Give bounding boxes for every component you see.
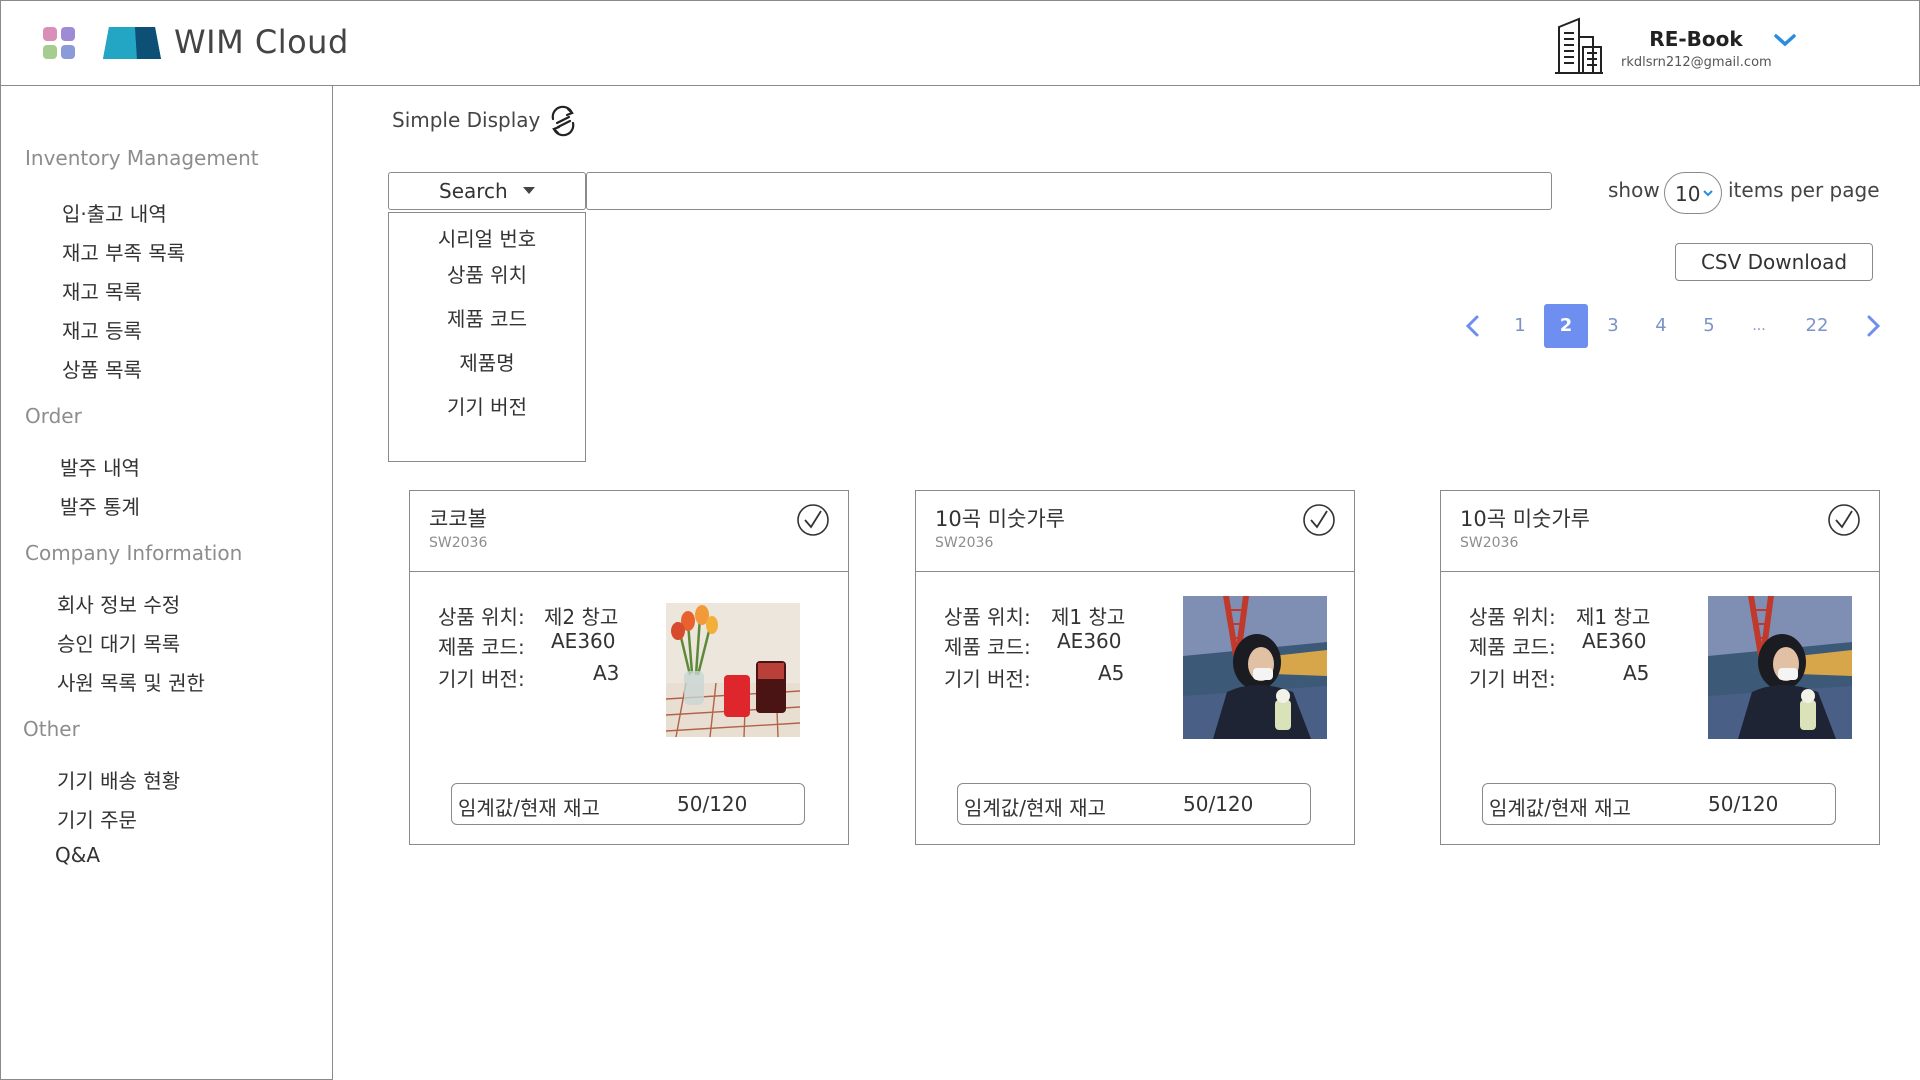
product-card[interactable]: 10곡 미숫가루 SW2036 상품 위치: 제1 창고 제품 코드: AE36…: [915, 490, 1355, 845]
product-photo: [1708, 596, 1852, 739]
app-title[interactable]: WIM Cloud: [174, 23, 349, 61]
location-value: 제1 창고: [1576, 605, 1651, 629]
page-1[interactable]: 1: [1498, 304, 1542, 348]
sidebar-section-order: Order: [25, 404, 82, 428]
version-value: A3: [593, 661, 620, 685]
refresh-icon[interactable]: [548, 104, 578, 138]
search-dropdown: 시리얼 번호 상품 위치 제품 코드 제품명 기기 버전: [388, 212, 586, 462]
check-circle-icon[interactable]: [796, 503, 830, 537]
card-header: 10곡 미숫가루 SW2036: [916, 491, 1354, 572]
sidebar-item-order-history[interactable]: 발주 내역: [60, 452, 140, 481]
dropdown-option-version[interactable]: 기기 버전: [389, 391, 585, 420]
version-label: 기기 버전:: [438, 667, 525, 691]
sidebar-item-stock-list[interactable]: 재고 목록: [62, 276, 142, 305]
apps-grid-icon[interactable]: [43, 27, 75, 59]
code-label: 제품 코드:: [438, 635, 525, 659]
page-4[interactable]: 4: [1639, 304, 1683, 348]
code-value: AE360: [1057, 629, 1122, 653]
sidebar-item-employees[interactable]: 사원 목록 및 권한: [57, 667, 205, 696]
sidebar: Inventory Management 입·출고 내역 재고 부족 목록 재고…: [0, 86, 333, 1080]
sidebar-item-inout-history[interactable]: 입·출고 내역: [62, 198, 167, 227]
sidebar-item-company-edit[interactable]: 회사 정보 수정: [57, 589, 180, 618]
code-value: AE360: [1582, 629, 1647, 653]
per-page-select[interactable]: 10: [1664, 172, 1722, 214]
search-select-label: Search: [439, 179, 508, 203]
sidebar-item-device-order[interactable]: 기기 주문: [57, 804, 137, 833]
location-label: 상품 위치:: [1469, 605, 1556, 629]
sidebar-item-pending-approval[interactable]: 승인 대기 목록: [57, 628, 180, 657]
product-photo: [666, 603, 800, 737]
search-field-select[interactable]: Search: [388, 172, 586, 210]
sidebar-item-qna[interactable]: Q&A: [55, 843, 100, 867]
chevron-down-icon[interactable]: [1773, 31, 1797, 49]
product-name: 10곡 미숫가루: [1460, 507, 1590, 531]
version-value: A5: [1623, 661, 1650, 685]
stock-value: 50/120: [677, 792, 748, 816]
product-serial: SW2036: [1460, 535, 1519, 551]
version-label: 기기 버전:: [1469, 667, 1556, 691]
user-name[interactable]: RE-Book: [1631, 27, 1761, 51]
card-header: 코코볼 SW2036: [410, 491, 848, 572]
page-ellipsis: ...: [1752, 318, 1766, 334]
user-email: rkdlsrn212@gmail.com: [1621, 55, 1772, 70]
page-3[interactable]: 3: [1591, 304, 1635, 348]
stock-value: 50/120: [1708, 792, 1779, 816]
code-label: 제품 코드:: [1469, 635, 1556, 659]
stock-threshold-box: 임계값/현재 재고 50/120: [451, 783, 805, 825]
product-name: 코코볼: [429, 507, 487, 531]
page-2-current[interactable]: 2: [1544, 304, 1588, 348]
chevron-left-icon[interactable]: [1462, 314, 1484, 338]
product-photo: [1183, 596, 1327, 739]
items-per-page-label: items per page: [1728, 178, 1880, 202]
product-serial: SW2036: [935, 535, 994, 551]
sidebar-section-company: Company Information: [25, 541, 243, 565]
sidebar-item-stock-register[interactable]: 재고 등록: [62, 315, 142, 344]
version-label: 기기 버전:: [944, 667, 1031, 691]
stock-label: 임계값/현재 재고: [1489, 796, 1631, 820]
product-name: 10곡 미숫가루: [935, 507, 1065, 531]
card-header: 10곡 미숫가루 SW2036: [1441, 491, 1879, 572]
sidebar-item-product-list[interactable]: 상품 목록: [62, 354, 142, 383]
stock-label: 임계값/현재 재고: [964, 796, 1106, 820]
check-circle-icon[interactable]: [1302, 503, 1336, 537]
search-input[interactable]: [586, 172, 1552, 210]
stock-label: 임계값/현재 재고: [458, 796, 600, 820]
page-title: Simple Display: [392, 108, 541, 132]
code-label: 제품 코드:: [944, 635, 1031, 659]
sidebar-item-order-stats[interactable]: 발주 통계: [60, 491, 140, 520]
location-value: 제1 창고: [1051, 605, 1126, 629]
page-22[interactable]: 22: [1795, 304, 1839, 348]
check-circle-icon[interactable]: [1827, 503, 1861, 537]
per-page-value: 10: [1675, 182, 1701, 206]
location-label: 상품 위치:: [944, 605, 1031, 629]
sidebar-section-other: Other: [23, 717, 80, 741]
location-value: 제2 창고: [544, 605, 619, 629]
show-label: show: [1608, 178, 1660, 202]
building-icon: [1555, 17, 1603, 74]
stock-threshold-box: 임계값/현재 재고 50/120: [1482, 783, 1836, 825]
product-card[interactable]: 코코볼 SW2036 상품 위치: 제2 창고 제품 코드: AE360 기기 …: [409, 490, 849, 845]
location-label: 상품 위치:: [438, 605, 525, 629]
sidebar-section-inventory: Inventory Management: [25, 146, 259, 170]
dropdown-option-location[interactable]: 상품 위치: [389, 259, 585, 288]
chevron-down-icon: [1703, 190, 1713, 197]
cloud-logo[interactable]: [101, 25, 163, 61]
top-header: WIM Cloud RE-Book rkdlsrn212@gmail.com: [0, 0, 1920, 86]
dropdown-option-serial[interactable]: 시리얼 번호: [389, 223, 585, 252]
page-5[interactable]: 5: [1687, 304, 1731, 348]
sidebar-item-device-shipping[interactable]: 기기 배송 현황: [57, 765, 180, 794]
csv-download-button[interactable]: CSV Download: [1675, 243, 1873, 281]
product-serial: SW2036: [429, 535, 488, 551]
chevron-right-icon[interactable]: [1862, 314, 1884, 338]
version-value: A5: [1098, 661, 1125, 685]
code-value: AE360: [551, 629, 616, 653]
product-card[interactable]: 10곡 미숫가루 SW2036 상품 위치: 제1 창고 제품 코드: AE36…: [1440, 490, 1880, 845]
stock-value: 50/120: [1183, 792, 1254, 816]
dropdown-option-name[interactable]: 제품명: [389, 347, 585, 376]
stock-threshold-box: 임계값/현재 재고 50/120: [957, 783, 1311, 825]
dropdown-option-code[interactable]: 제품 코드: [389, 303, 585, 332]
sidebar-item-low-stock[interactable]: 재고 부족 목록: [62, 237, 185, 266]
caret-down-icon: [523, 187, 535, 194]
